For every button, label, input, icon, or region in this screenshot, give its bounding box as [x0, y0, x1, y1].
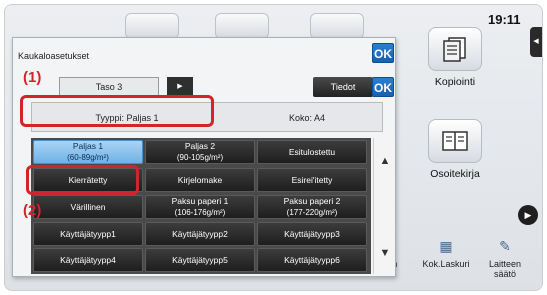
- copy-app[interactable]: Kopiointi: [419, 27, 491, 88]
- address-book-app-label: Osoitekirja: [430, 168, 480, 180]
- paper-type-label: Käyttäjätyypp2: [172, 228, 228, 239]
- background-tile: [310, 13, 364, 39]
- paper-type-label: Paksu paperi 2: [283, 196, 341, 206]
- counter-app[interactable]: ▦ Kok.Laskuri: [420, 238, 472, 269]
- next-page-button[interactable]: ▶: [518, 205, 538, 225]
- paper-weight-label: (60-89g/m²): [67, 153, 109, 162]
- scroll-up-icon[interactable]: ▲: [374, 146, 396, 176]
- paper-type-label: Käyttäjätyypp3: [284, 228, 340, 239]
- clock: 19:11: [488, 12, 521, 27]
- tray-settings-dialog: Kaukaloasetukset OK Taso 3 ▶ Tiedot OK T…: [12, 37, 396, 277]
- dialog-title: Kaukaloasetukset: [18, 51, 90, 61]
- paper-type-label: Kirjelomake: [177, 174, 223, 185]
- paper-type-button[interactable]: Paksu paperi 2 (177-220g/m²): [257, 195, 367, 219]
- settings-icon: ✎: [499, 238, 511, 254]
- paper-type-button[interactable]: Käyttäjätyypp4: [33, 248, 143, 272]
- paper-type-label: Käyttäjätyypp5: [172, 254, 228, 265]
- size-label: Koko:: [288, 113, 312, 123]
- address-book-icon: [428, 119, 482, 163]
- device-settings-label2: säätö: [493, 269, 517, 279]
- tray-selector[interactable]: Taso 3: [59, 77, 159, 97]
- callout-number-1: (1): [23, 69, 42, 86]
- paper-type-label: Esirei'itetty: [291, 174, 333, 185]
- device-settings-app[interactable]: ✎ Laitteen säätö: [479, 238, 531, 279]
- callout-box-1: [20, 95, 214, 127]
- copy-icon: [428, 27, 482, 71]
- paper-type-label: Värillinen: [70, 201, 106, 212]
- paper-type-grid: Paljas 1 (60-89g/m²) Paljas 2 (90-105g/m²) E…: [31, 138, 371, 274]
- paper-type-label: Käyttäjätyypp6: [284, 254, 340, 265]
- paper-type-button[interactable]: Käyttäjätyypp3: [257, 222, 367, 246]
- counter-app-label: Kok.Laskuri: [422, 259, 470, 269]
- callout-box-2: [26, 165, 139, 195]
- side-panel-tab[interactable]: ◀: [530, 27, 542, 57]
- paper-type-button[interactable]: Käyttäjätyypp1: [33, 222, 143, 246]
- paper-type-label: Paljas 1: [72, 141, 104, 151]
- paper-type-label: Paksu paperi 1: [171, 196, 229, 206]
- tray-next-button[interactable]: ▶: [167, 77, 193, 97]
- device-screen: 19:11 ◀ Kopiointi Osoitekirja ▶ ▦ Kok.La…: [4, 4, 543, 291]
- paper-type-button[interactable]: Käyttäjätyypp5: [145, 248, 255, 272]
- paper-type-button[interactable]: Kirjelomake: [145, 168, 255, 192]
- device-settings-label: Laitteen: [488, 259, 522, 269]
- paper-type-button[interactable]: Esirei'itetty: [257, 168, 367, 192]
- copy-app-label: Kopiointi: [434, 76, 476, 88]
- tray-ok-button[interactable]: OK: [372, 77, 394, 97]
- paper-type-button[interactable]: Paljas 1 (60-89g/m²): [33, 140, 143, 164]
- paper-type-button[interactable]: Värillinen: [33, 195, 143, 219]
- size-value: A4: [314, 113, 326, 123]
- background-tile: [125, 13, 179, 39]
- paper-weight-label: (177-220g/m²): [286, 208, 338, 217]
- details-button[interactable]: Tiedot: [313, 77, 373, 97]
- scroll-bar[interactable]: ▲ ▼: [373, 138, 395, 274]
- paper-type-button[interactable]: Paljas 2 (90-105g/m²): [145, 140, 255, 164]
- address-book-app[interactable]: Osoitekirja: [419, 119, 491, 180]
- paper-type-button[interactable]: Esitulostettu: [257, 140, 367, 164]
- paper-type-label: Paljas 2: [184, 141, 216, 151]
- paper-type-button[interactable]: Käyttäjätyypp2: [145, 222, 255, 246]
- paper-weight-label: (106-176g/m²): [174, 208, 226, 217]
- dialog-ok-button[interactable]: OK: [372, 43, 394, 63]
- paper-type-label: Esitulostettu: [288, 146, 336, 157]
- paper-weight-label: (90-105g/m²): [176, 153, 224, 162]
- scroll-down-icon[interactable]: ▼: [374, 238, 396, 268]
- paper-type-label: Käyttäjätyypp1: [60, 228, 116, 239]
- counter-icon: ▦: [439, 238, 453, 254]
- paper-type-button[interactable]: Käyttäjätyypp6: [257, 248, 367, 272]
- background-tile: [215, 13, 269, 39]
- paper-type-label: Käyttäjätyypp4: [60, 254, 116, 265]
- callout-number-2: (2): [23, 202, 42, 219]
- paper-size-info[interactable]: Koko: A4: [232, 108, 382, 128]
- paper-type-button[interactable]: Paksu paperi 1 (106-176g/m²): [145, 195, 255, 219]
